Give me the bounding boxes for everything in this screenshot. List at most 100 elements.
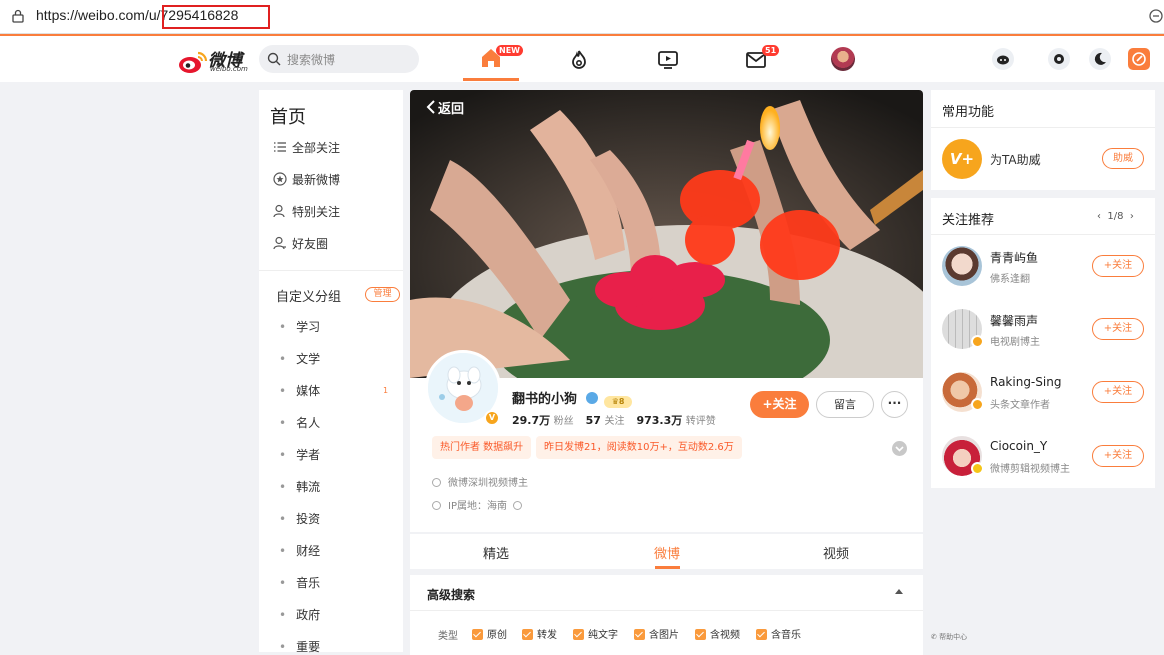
- mail-count-badge: 51: [762, 45, 780, 56]
- user-friends-icon: [273, 236, 286, 250]
- profile-tabs: 精选 微博 视频: [410, 534, 923, 569]
- type-label: 类型: [438, 631, 458, 642]
- browser-url-bar[interactable]: https://weibo.com/u/7295416828: [0, 0, 1164, 34]
- profile-stats: 29.7万 粉丝 57 关注 973.3万 转评赞: [512, 414, 716, 427]
- logo-domain: weibo.com: [210, 65, 248, 73]
- group-item[interactable]: 韩流: [279, 479, 320, 495]
- collapse-caret-icon[interactable]: [895, 589, 903, 594]
- hot-icon[interactable]: [567, 48, 591, 72]
- more-options-button[interactable]: ···: [881, 391, 908, 418]
- expand-chevron-icon[interactable]: [892, 441, 907, 456]
- profile-name-row: 翻书的小狗 ♛8: [512, 388, 633, 408]
- tab-weibo[interactable]: 微博: [654, 543, 680, 562]
- recommend-name[interactable]: 馨馨雨声: [990, 312, 1038, 329]
- weibo-eye-icon: [179, 51, 208, 73]
- help-icon[interactable]: [513, 501, 523, 510]
- back-button[interactable]: 返回: [438, 98, 464, 117]
- profile-name: 翻书的小狗: [512, 392, 578, 407]
- location-icon: [432, 501, 441, 510]
- follow-button[interactable]: +关注: [1092, 255, 1144, 277]
- group-item[interactable]: 名人: [279, 415, 320, 431]
- group-item[interactable]: 投资: [279, 511, 320, 527]
- divider: [410, 610, 923, 611]
- url-highlight-box: [162, 5, 270, 29]
- cheer-icon: V+: [942, 139, 982, 179]
- sidebar-item-friends[interactable]: 好友圈: [273, 235, 328, 253]
- shield-icon: [432, 478, 441, 487]
- recommend-desc: 佛系逢翻: [990, 274, 1030, 285]
- home-active-indicator: [463, 78, 519, 81]
- hot-author-tag[interactable]: 热门作者 数据飙升: [432, 436, 532, 459]
- blue-verified-icon: [585, 392, 598, 404]
- group-item[interactable]: 媒体: [279, 383, 320, 399]
- next-chevron-icon[interactable]: ›: [1130, 211, 1134, 222]
- recommend-desc: 头条文章作者: [990, 400, 1050, 411]
- recommend-item[interactable]: Raking-Sing 头条文章作者 +关注: [931, 361, 1155, 424]
- cheer-button[interactable]: 助威: [1102, 148, 1144, 169]
- ip-info: IP属地：海南: [432, 497, 523, 512]
- edit-icon[interactable]: [1128, 48, 1150, 70]
- group-item[interactable]: 政府: [279, 607, 320, 623]
- filter-video-checkbox[interactable]: 含视频: [695, 626, 740, 641]
- manage-button[interactable]: 管理: [365, 287, 400, 302]
- tab-featured[interactable]: 精选: [483, 543, 509, 562]
- recommend-name[interactable]: Raking-Sing: [990, 375, 1061, 389]
- recommend-item[interactable]: 青青屿鱼 佛系逢翻 +关注: [931, 235, 1155, 298]
- user-avatar[interactable]: [831, 47, 855, 71]
- group-item[interactable]: 财经: [279, 543, 320, 559]
- search-placeholder: 搜索微博: [287, 53, 336, 67]
- recommend-item[interactable]: 馨馨雨声 电视剧博主 +关注: [931, 298, 1155, 361]
- follow-button[interactable]: +关注: [1092, 445, 1144, 467]
- filter-music-checkbox[interactable]: 含音乐: [756, 626, 801, 641]
- game-icon[interactable]: [992, 48, 1014, 70]
- video-icon[interactable]: [656, 48, 680, 72]
- follow-recommend-card: 关注推荐 ‹ 1/8 › 青青屿鱼 佛系逢翻 +关注 馨馨雨声 电视剧博主 +关…: [931, 198, 1155, 488]
- follow-button[interactable]: +关注: [1092, 318, 1144, 340]
- avatar[interactable]: [942, 246, 982, 286]
- recommend-name[interactable]: 青青屿鱼: [990, 249, 1038, 266]
- message-button[interactable]: 留言: [816, 391, 874, 418]
- verified-badge-icon: [971, 462, 984, 475]
- group-count-badge: 1: [383, 386, 389, 395]
- advanced-search-title: 高级搜索: [427, 588, 476, 602]
- filter-text-checkbox[interactable]: 纯文字: [573, 626, 618, 641]
- group-item[interactable]: 学习: [279, 319, 320, 335]
- sidebar-item-special[interactable]: 特别关注: [273, 203, 340, 221]
- recommend-name[interactable]: Ciocoin_Y: [990, 439, 1047, 453]
- sidebar-item-latest[interactable]: 最新微博: [273, 171, 340, 189]
- recommend-pager: ‹ 1/8 ›: [1097, 211, 1134, 222]
- follow-button[interactable]: +关注: [1092, 381, 1144, 403]
- follow-button[interactable]: +关注: [750, 391, 809, 418]
- theme-icon[interactable]: [1089, 48, 1111, 70]
- prev-chevron-icon[interactable]: ‹: [1097, 211, 1101, 222]
- zoom-icon[interactable]: [1146, 8, 1164, 26]
- home-new-badge: NEW: [496, 45, 523, 56]
- sidebar-divider: [259, 270, 403, 271]
- filter-image-checkbox[interactable]: 含图片: [634, 626, 679, 641]
- cheer-label: 为TA助威: [990, 153, 1041, 167]
- verified-badge-icon: V: [484, 410, 500, 426]
- group-item[interactable]: 音乐: [279, 575, 320, 591]
- left-sidebar: 首页 全部关注 最新微博 特别关注 好友圈 自定义分组 管理 学习 文学 媒体 …: [259, 90, 403, 655]
- lock-icon: [12, 9, 24, 23]
- recommend-desc: 电视剧博主: [990, 337, 1040, 348]
- weibo-logo[interactable]: 微博 weibo.com: [178, 46, 248, 74]
- recommend-item[interactable]: Ciocoin_Y 微博剪辑视频博主 +关注: [931, 425, 1155, 488]
- help-center-link[interactable]: ✆ 帮助中心: [931, 632, 967, 642]
- search-input[interactable]: 搜索微博: [259, 45, 419, 73]
- group-item[interactable]: 学者: [279, 447, 320, 463]
- custom-group-title: 自定义分组: [276, 290, 342, 305]
- recommend-title: 关注推荐: [942, 213, 995, 228]
- common-functions-title: 常用功能: [942, 105, 995, 120]
- filter-original-checkbox[interactable]: 原创: [472, 626, 507, 641]
- stats-tag[interactable]: 昨日发博21，阅读数10万+，互动数2.6万: [536, 436, 742, 459]
- sidebar-item-all-follow[interactable]: 全部关注: [273, 139, 340, 157]
- settings-icon[interactable]: [1048, 48, 1070, 70]
- group-item[interactable]: 文学: [279, 351, 320, 367]
- star-circle-icon: [273, 172, 287, 186]
- verified-badge-icon: [971, 398, 984, 411]
- group-item[interactable]: 重要: [279, 639, 320, 655]
- filter-repost-checkbox[interactable]: 转发: [522, 626, 557, 641]
- tab-active-indicator: [655, 566, 680, 569]
- tab-video[interactable]: 视频: [823, 543, 849, 562]
